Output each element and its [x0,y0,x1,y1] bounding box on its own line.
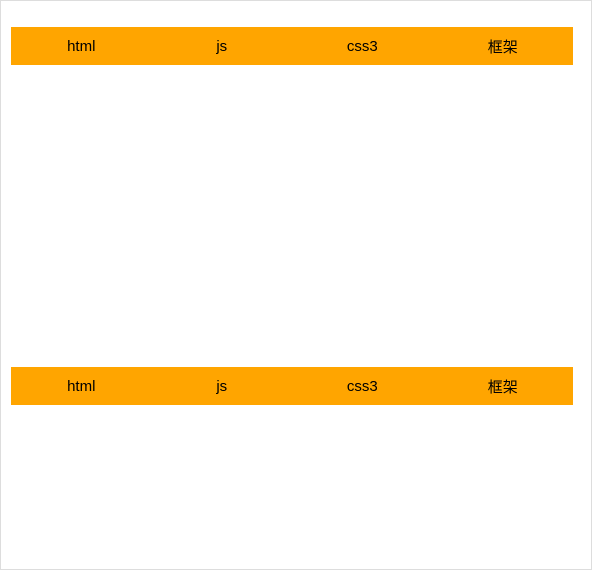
nav-item-css3[interactable]: css3 [292,38,433,55]
nav-item-css3[interactable]: css3 [292,378,433,395]
nav-bar-top: html js css3 框架 [11,27,573,65]
nav-item-framework[interactable]: 框架 [433,36,574,57]
nav-item-html[interactable]: html [11,378,152,395]
nav-item-js[interactable]: js [152,378,293,395]
nav-bar-bottom: html js css3 框架 [11,367,573,405]
nav-item-html[interactable]: html [11,38,152,55]
nav-item-framework[interactable]: 框架 [433,376,574,397]
nav-item-js[interactable]: js [152,38,293,55]
